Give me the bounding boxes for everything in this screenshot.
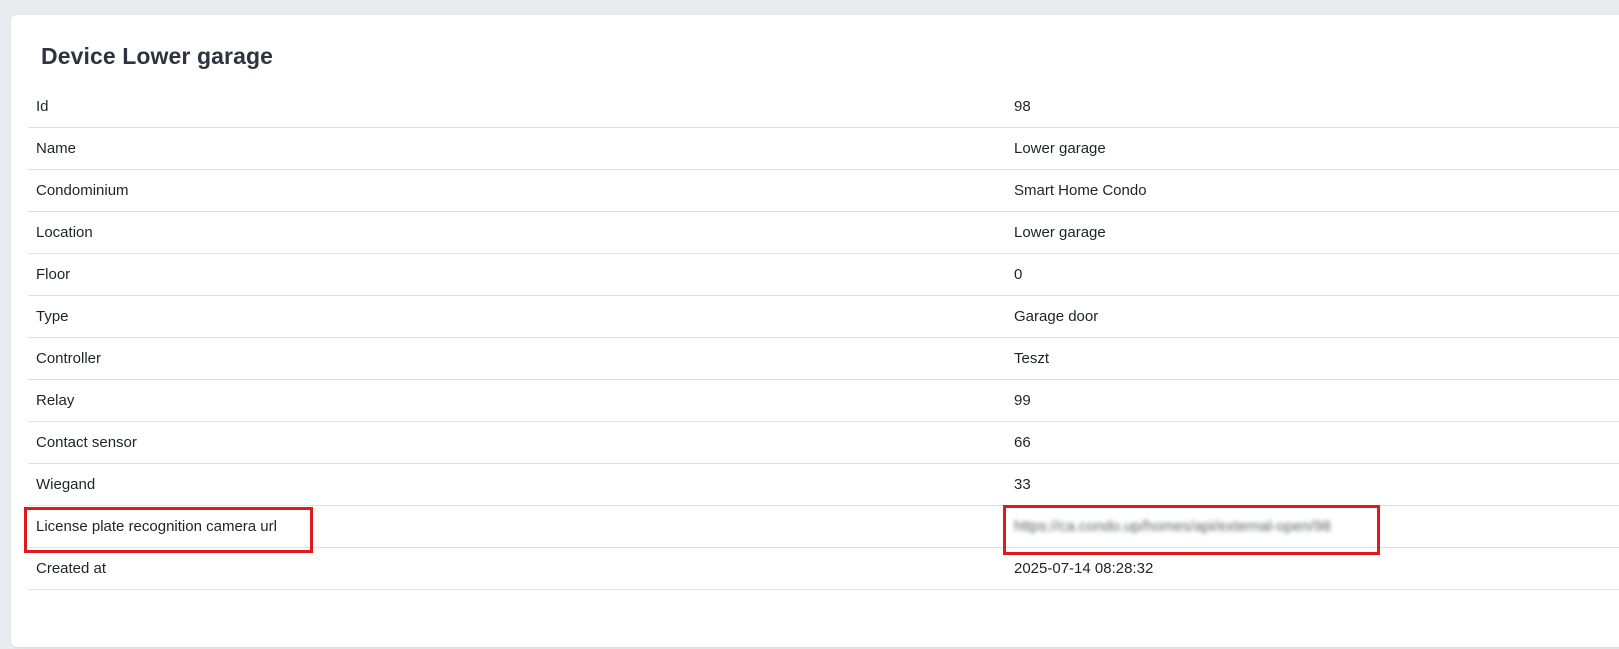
detail-value: 33 [1014, 476, 1031, 493]
page-title: Device Lower garage [41, 43, 274, 69]
detail-label: Type [36, 308, 69, 325]
detail-label: Relay [36, 392, 75, 409]
detail-row-name: Name Lower garage [28, 128, 1619, 170]
detail-row-controller: Controller Teszt [28, 338, 1619, 380]
detail-row-type: Type Garage door [28, 296, 1619, 338]
detail-row-camera-url: License plate recognition camera url htt… [28, 506, 1619, 548]
detail-label: Contact sensor [36, 434, 137, 451]
detail-label: Name [36, 140, 77, 157]
detail-row-wiegand: Wiegand 33 [28, 464, 1619, 506]
detail-value: 66 [1014, 434, 1031, 451]
detail-row-contact-sensor: Contact sensor 66 [28, 422, 1619, 464]
detail-value: 99 [1014, 392, 1031, 409]
detail-value: Teszt [1014, 350, 1050, 367]
detail-label: Controller [36, 350, 102, 367]
detail-label: Wiegand [36, 476, 96, 493]
detail-value: Lower garage [1014, 224, 1106, 241]
detail-label: Id [36, 98, 49, 115]
detail-row-relay: Relay 99 [28, 380, 1619, 422]
detail-value: 98 [1014, 98, 1031, 115]
detail-label: Floor [36, 266, 71, 283]
device-details-card: Device Lower garage Id 98 Name Lower gar… [11, 15, 1619, 647]
detail-row-created-at: Created at 2025-07-14 08:28:32 [28, 548, 1619, 590]
detail-value: Garage door [1014, 308, 1099, 325]
detail-row-floor: Floor 0 [28, 254, 1619, 296]
detail-label: Condominium [36, 182, 129, 199]
detail-row-location: Location Lower garage [28, 212, 1619, 254]
detail-value: Lower garage [1014, 140, 1106, 157]
detail-row-id: Id 98 [28, 86, 1619, 128]
detail-value: 0 [1014, 266, 1023, 283]
detail-label: Location [36, 224, 93, 241]
detail-row-condominium: Condominium Smart Home Condo [28, 170, 1619, 212]
detail-value: Smart Home Condo [1014, 182, 1147, 199]
camera-url-value: https://ca.condo.up/homes/api/external-o… [1014, 518, 1331, 535]
detail-value: 2025-07-14 08:28:32 [1014, 560, 1154, 577]
device-details-table: Id 98 Name Lower garage Condominium Smar… [28, 86, 1619, 590]
detail-label: Created at [36, 560, 107, 577]
detail-label: License plate recognition camera url [36, 518, 277, 535]
